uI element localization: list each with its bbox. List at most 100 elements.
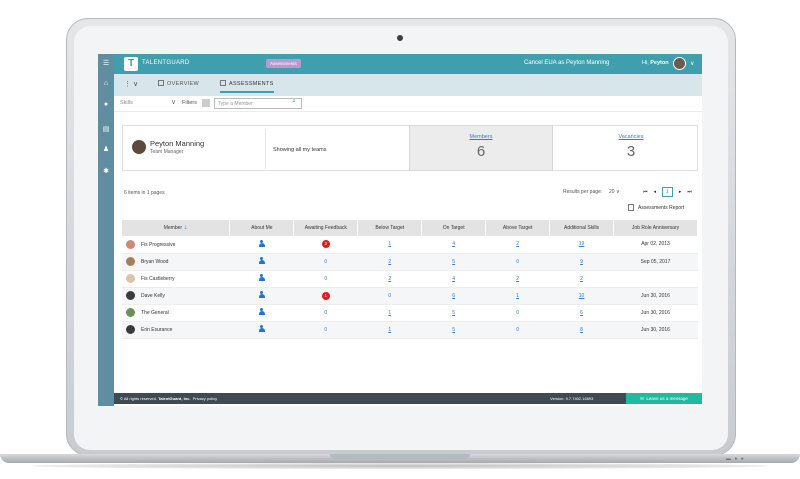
above-target-cell[interactable]: 1 [485, 287, 550, 305]
more-menu-icon[interactable]: ⋮ ∨ [124, 80, 138, 88]
chevron-down-icon[interactable]: ∨ [690, 60, 694, 67]
below-target-cell[interactable]: 1 [357, 321, 422, 339]
on-target-value[interactable]: 6 [452, 293, 455, 299]
on-target-cell[interactable]: 4 [421, 236, 486, 254]
about-me-icon[interactable] [258, 274, 265, 281]
about-me-cell[interactable] [229, 270, 294, 288]
on-target-cell[interactable]: 6 [421, 287, 486, 305]
user-avatar[interactable] [673, 57, 686, 70]
last-page-icon[interactable]: ⏭ [687, 189, 692, 195]
additional-skills-value[interactable]: 2 [580, 276, 583, 282]
group-icon[interactable]: ✱ [98, 167, 114, 177]
first-page-icon[interactable]: ⏮ [643, 189, 648, 195]
on-target-cell[interactable]: 5 [421, 304, 486, 322]
assessments-report-link[interactable]: Assessments Report [628, 204, 684, 211]
additional-skills-cell[interactable]: 10 [549, 287, 614, 305]
awaiting-feedback-badge[interactable]: 1 [321, 291, 330, 300]
additional-skills-value[interactable]: 19 [579, 241, 585, 247]
vacancies-link[interactable]: Vacancies [563, 134, 699, 140]
above-target-value[interactable]: 1 [516, 293, 519, 299]
on-target-cell[interactable]: 5 [421, 253, 486, 271]
table-row[interactable]: Erin Esurance 0 1 5 0 8 Jun 30, 2016 [122, 321, 698, 339]
on-target-value[interactable]: 5 [452, 259, 455, 265]
member-name[interactable]: Fis Progressive [141, 242, 175, 248]
awaiting-feedback-badge[interactable]: 2 [321, 240, 330, 249]
results-per-page-select[interactable]: 20 ∨ [609, 189, 620, 195]
below-target-cell[interactable]: 1 [357, 236, 422, 254]
member-cell[interactable]: The General [122, 304, 230, 322]
additional-skills-value[interactable]: 6 [580, 310, 583, 316]
additional-skills-value[interactable]: 8 [580, 327, 583, 333]
additional-skills-value[interactable]: 10 [579, 293, 585, 299]
user-greeting[interactable]: Hi, Peyton [642, 60, 669, 66]
member-name[interactable]: Fis Castleberry [141, 276, 175, 282]
members-stat[interactable]: Members 6 [409, 125, 553, 171]
member-name[interactable]: Dave Kelly [141, 293, 165, 299]
person-add-icon[interactable]: ♟ [98, 145, 114, 155]
additional-skills-cell[interactable]: 19 [549, 236, 614, 254]
vacancies-stat[interactable]: Vacancies 3 [563, 126, 699, 172]
skills-select[interactable]: Skills [120, 100, 133, 106]
member-cell[interactable]: Fis Castleberry [122, 270, 230, 288]
prev-page-icon[interactable]: ◂ [654, 189, 657, 195]
member-cell[interactable]: Erin Esurance [122, 321, 230, 339]
above-target-value[interactable]: 2 [516, 276, 519, 282]
on-target-cell[interactable]: 5 [421, 321, 486, 339]
filters-label[interactable]: Filters [182, 100, 197, 106]
additional-skills-value[interactable]: 9 [580, 259, 583, 265]
hamburger-icon[interactable]: ☰ [98, 59, 114, 69]
about-me-cell[interactable] [229, 321, 294, 339]
member-name[interactable]: The General [141, 310, 169, 316]
below-target-cell[interactable]: 2 [357, 270, 422, 288]
below-target-cell[interactable]: 2 [357, 253, 422, 271]
below-target-value[interactable]: 1 [388, 241, 391, 247]
about-me-icon[interactable] [258, 257, 265, 264]
member-name[interactable]: Bryan Wood [141, 259, 168, 265]
about-me-icon[interactable] [258, 308, 265, 315]
person-icon[interactable]: ● [98, 100, 114, 110]
about-me-cell[interactable] [229, 253, 294, 271]
tab-assessments[interactable]: ASSESSMENTS [220, 80, 274, 93]
additional-skills-cell[interactable]: 2 [549, 270, 614, 288]
about-me-icon[interactable] [258, 325, 265, 332]
search-input[interactable]: Type a Member [214, 98, 302, 109]
below-target-value[interactable]: 1 [388, 310, 391, 316]
above-target-value[interactable]: 2 [516, 241, 519, 247]
about-me-icon[interactable] [258, 239, 265, 247]
on-target-value[interactable]: 4 [452, 276, 455, 282]
on-target-cell[interactable]: 4 [421, 270, 486, 288]
table-row[interactable]: Bryan Wood 0 2 5 0 9 Sep 05, 2017 [122, 253, 698, 271]
members-link[interactable]: Members [410, 134, 552, 140]
leave-message-button[interactable]: ✉ Leave us a message [626, 393, 702, 404]
member-name[interactable]: Erin Esurance [141, 327, 172, 333]
col-member[interactable]: Member ⇣ [122, 220, 231, 236]
book-icon[interactable]: ▤ [98, 125, 114, 135]
about-me-cell[interactable] [229, 287, 294, 305]
table-row[interactable]: Fis Progressive 2 1 4 2 19 Apr 02, 2013 [122, 236, 698, 254]
on-target-value[interactable]: 4 [452, 241, 455, 247]
below-target-value[interactable]: 2 [388, 276, 391, 282]
cancel-eua-link[interactable]: Cancel EUA as Peyton Manning [524, 60, 609, 66]
awaiting-feedback-cell[interactable]: 2 [293, 236, 358, 254]
privacy-link[interactable]: Privacy policy [193, 396, 217, 401]
sort-icon[interactable]: ⇣ [183, 225, 187, 231]
home-icon[interactable]: ⌂ [98, 79, 114, 89]
additional-skills-cell[interactable]: 6 [549, 304, 614, 322]
tab-overview[interactable]: OVERVIEW [158, 80, 199, 87]
additional-skills-cell[interactable]: 9 [549, 253, 614, 271]
member-cell[interactable]: Bryan Wood [122, 253, 230, 271]
awaiting-feedback-cell[interactable]: 1 [293, 287, 358, 305]
chevron-down-icon[interactable]: ∨ [171, 98, 176, 106]
about-me-icon[interactable] [258, 291, 265, 298]
below-target-value[interactable]: 2 [388, 259, 391, 265]
above-target-cell[interactable]: 2 [485, 270, 550, 288]
filter-toggle[interactable] [202, 99, 210, 107]
next-page-icon[interactable]: ▸ [679, 189, 682, 195]
member-cell[interactable]: Fis Progressive [122, 236, 230, 254]
table-row[interactable]: Dave Kelly 1 0 6 1 10 Jun 30, 2016 [122, 287, 698, 305]
table-row[interactable]: Fis Castleberry 0 2 4 2 2 [122, 270, 698, 288]
on-target-value[interactable]: 5 [452, 310, 455, 316]
about-me-cell[interactable] [229, 304, 294, 322]
about-me-cell[interactable] [229, 236, 294, 254]
current-page[interactable]: 1 [662, 187, 673, 197]
